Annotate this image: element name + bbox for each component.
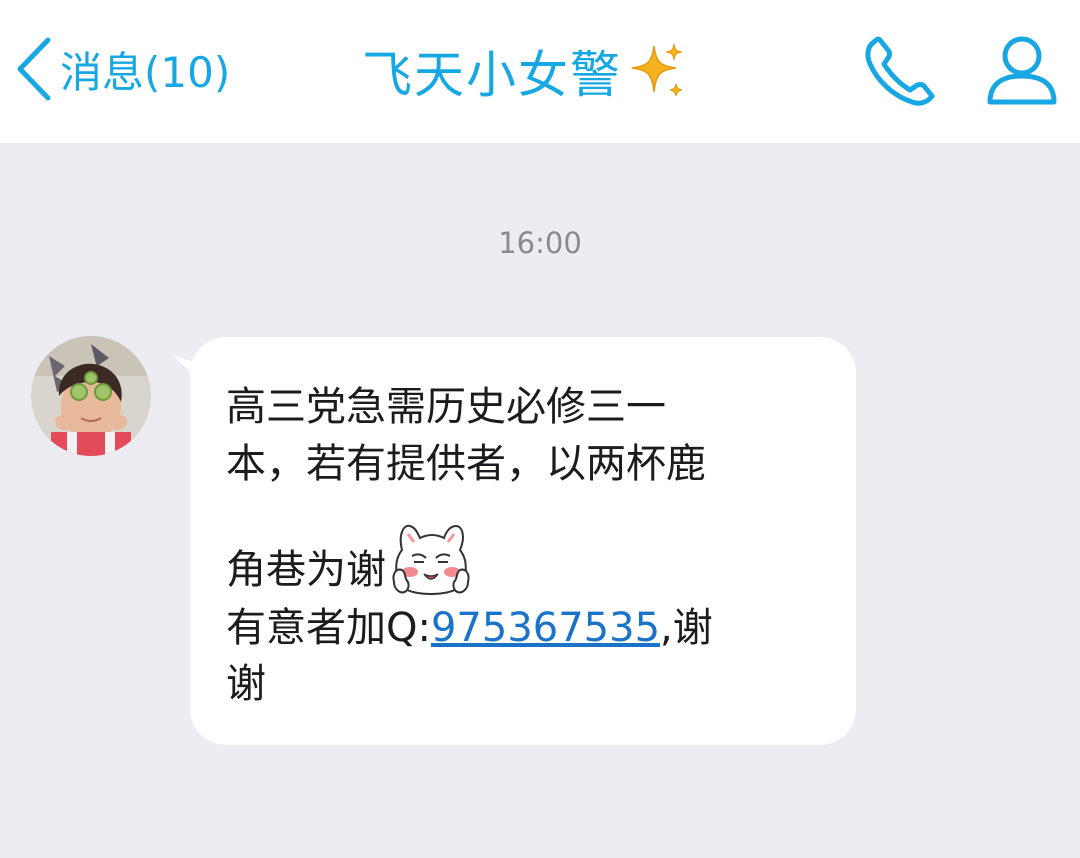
message-line: 有意者加Q:975367535,谢	[226, 603, 713, 653]
message-text: ,谢	[660, 605, 713, 651]
message-line: 谢	[226, 661, 266, 707]
profile-icon	[987, 36, 1057, 105]
back-label: 消息(10)	[60, 47, 231, 97]
sparkle-icon	[631, 43, 683, 97]
nav-bar: 消息(10) 飞天小女警	[0, 0, 1080, 143]
qq-number-link[interactable]: 975367535	[431, 605, 660, 651]
message-line: 高三党急需历史必修三一	[226, 384, 666, 430]
chevron-left-icon	[17, 37, 51, 101]
back-button[interactable]: 消息(10)	[14, 34, 230, 104]
qq-prefix: 有意者加Q:	[226, 605, 431, 651]
profile-button[interactable]	[984, 32, 1060, 108]
call-button[interactable]	[860, 32, 940, 108]
message-line: 本，若有提供者，以两杯鹿	[226, 441, 706, 487]
message-line-with-sticker: 角巷为谢	[226, 518, 474, 598]
contact-avatar[interactable]	[31, 336, 151, 456]
message-timestamp: 16:00	[498, 226, 582, 260]
chat-title: 飞天小女警	[362, 36, 686, 106]
contact-name: 飞天小女警	[362, 46, 622, 104]
message-line: 角巷为谢	[226, 547, 386, 593]
cat-blushing-sticker-icon	[392, 524, 470, 595]
avatar-photo	[31, 336, 151, 456]
phone-icon	[865, 36, 935, 106]
